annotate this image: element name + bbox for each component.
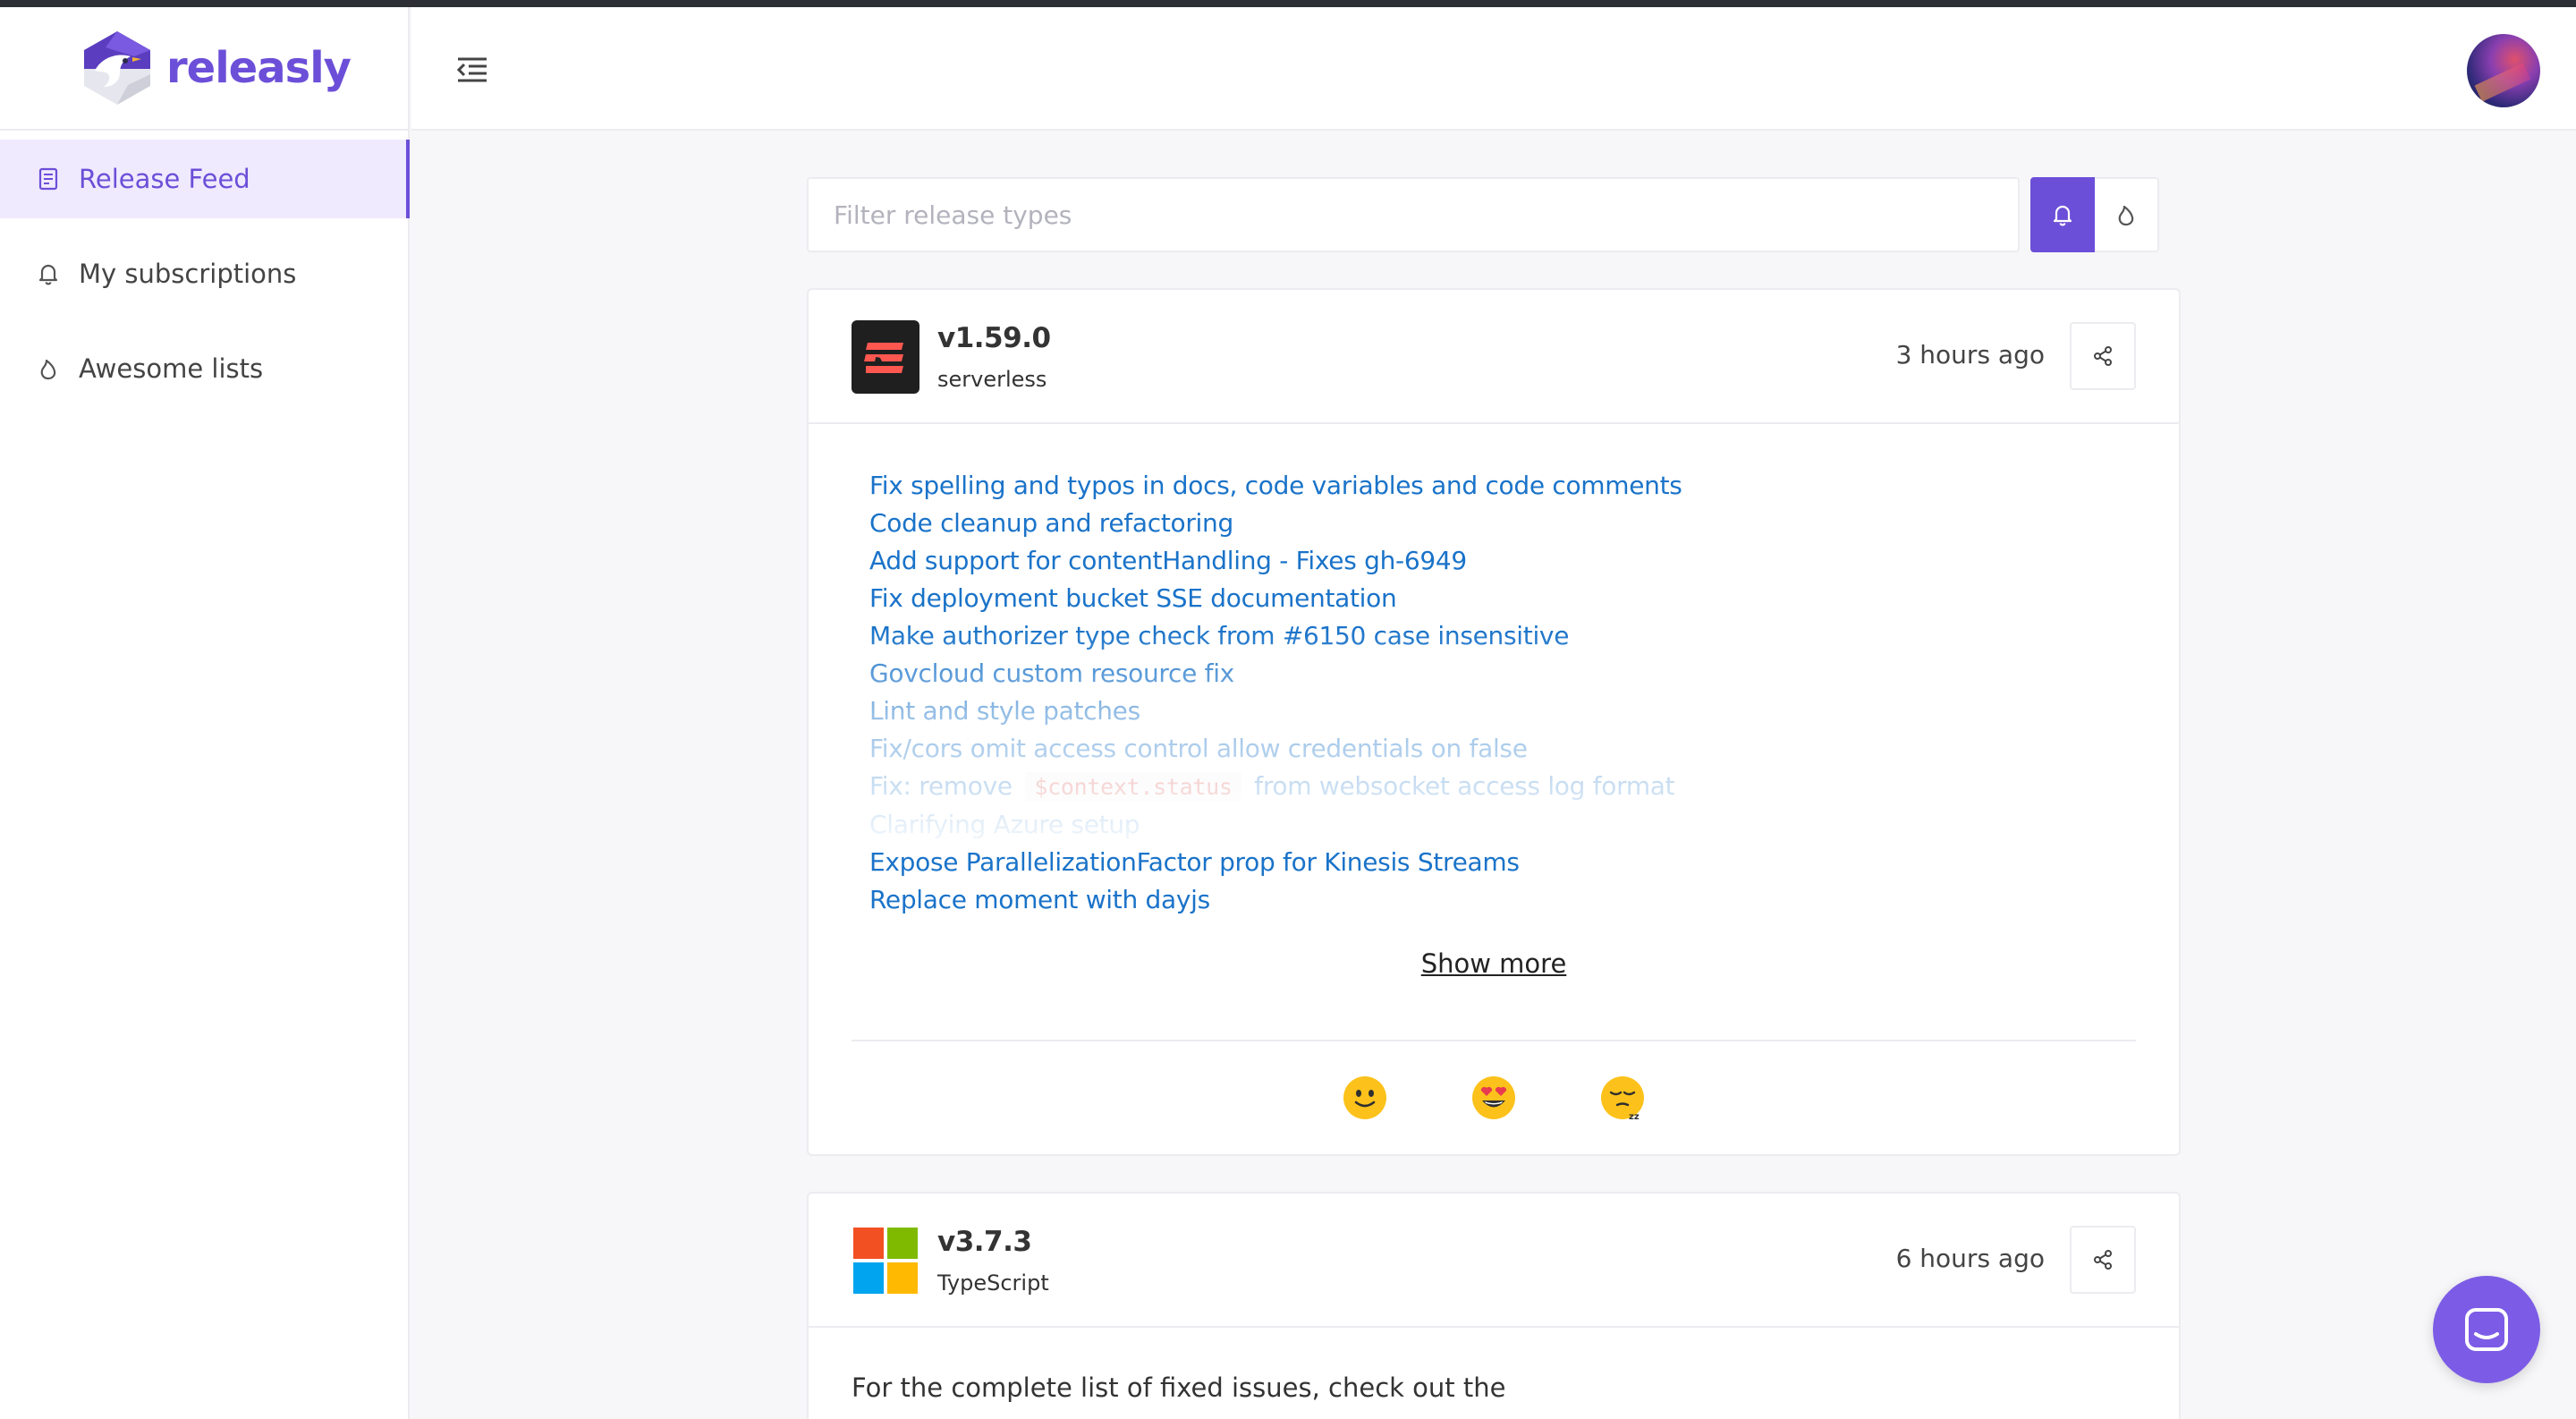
release-note-item[interactable]: Lint and style patches (869, 693, 2179, 730)
sidebar-item-label: My subscriptions (79, 259, 297, 289)
release-card: v1.59.0 serverless 3 hours ago Fix spell… (807, 288, 2181, 1156)
release-note-item[interactable]: Replace moment with dayjs (869, 881, 2179, 919)
microsoft-logo-icon (852, 1224, 919, 1297)
serverless-logo-icon (852, 320, 919, 394)
release-note-item[interactable]: Fix/cors omit access control allow crede… (869, 730, 2179, 768)
release-note-item[interactable]: Clarifying Azure setup (869, 806, 2179, 844)
note-text: from websocket access log format (1254, 771, 1675, 801)
chat-icon (2465, 1308, 2508, 1351)
release-version[interactable]: v3.7.3 (937, 1226, 1032, 1258)
inline-code: $context.status (1025, 772, 1241, 802)
release-note-item[interactable]: Expose ParallelizationFactor prop for Ki… (869, 844, 2179, 881)
document-icon (38, 167, 58, 191)
sidebar: releasly Release Feed My subscriptions A… (0, 7, 410, 1419)
show-more-link[interactable]: Show more (1421, 948, 1567, 979)
sleeping-face-icon[interactable]: zz (1599, 1075, 1646, 1121)
release-note-item[interactable]: Fix deployment bucket SSE documentation (869, 580, 2179, 617)
bell-icon (2053, 205, 2072, 226)
release-note-item[interactable]: Govcloud custom resource fix (869, 655, 2179, 693)
release-note-item[interactable]: Add support for contentHandling - Fixes … (869, 542, 2179, 580)
sidebar-item-label: Release Feed (79, 164, 250, 194)
top-border (0, 0, 2576, 7)
release-note-item[interactable]: Make authorizer type check from #6150 ca… (869, 617, 2179, 655)
app-name: releasly (166, 43, 352, 93)
show-more: Show more (809, 948, 2179, 979)
share-button[interactable] (2070, 1226, 2136, 1294)
release-note-item[interactable]: Fix: remove $context.status from websock… (869, 768, 2179, 806)
release-time: 6 hours ago (1895, 1244, 2045, 1273)
logo[interactable]: releasly (0, 7, 408, 131)
sidebar-item-release-feed[interactable]: Release Feed (0, 140, 410, 218)
release-card: v3.7.3 TypeScript 6 hours ago For the co… (807, 1192, 2181, 1419)
release-card-header: v3.7.3 TypeScript 6 hours ago (809, 1194, 2179, 1328)
sidebar-nav: Release Feed My subscriptions Awesome li… (0, 131, 410, 408)
share-icon (2094, 1250, 2112, 1270)
subscriptions-filter-button[interactable] (2030, 177, 2095, 252)
menu-collapse-icon[interactable] (454, 52, 490, 88)
sidebar-item-awesome-lists[interactable]: Awesome lists (0, 329, 408, 408)
slightly-smiling-face-icon[interactable] (1342, 1075, 1388, 1121)
share-button[interactable] (2070, 322, 2136, 390)
release-body-text: For the complete list of fixed issues, c… (852, 1372, 1506, 1403)
release-note-item[interactable]: Fix spelling and typos in docs, code var… (869, 467, 2179, 505)
release-notes: Fix spelling and typos in docs, code var… (809, 424, 2179, 914)
project-name[interactable]: TypeScript (937, 1270, 1049, 1296)
note-text: Fix: remove (869, 771, 1013, 801)
heart-eyes-face-icon[interactable] (1470, 1075, 1517, 1121)
release-card-header: v1.59.0 serverless 3 hours ago (809, 290, 2179, 424)
release-note-item[interactable]: Code cleanup and refactoring (869, 505, 2179, 542)
awesome-filter-button[interactable] (2095, 177, 2159, 252)
filter-release-types-input[interactable] (807, 177, 2020, 252)
sidebar-item-label: Awesome lists (79, 353, 264, 384)
chat-launcher-button[interactable] (2433, 1276, 2540, 1383)
bell-icon (38, 264, 58, 285)
svg-text:zz: zz (1629, 1112, 1640, 1121)
project-name[interactable]: serverless (937, 367, 1046, 392)
share-icon (2094, 346, 2112, 366)
flame-icon (40, 359, 56, 380)
sidebar-item-my-subscriptions[interactable]: My subscriptions (0, 234, 408, 313)
flame-icon (2118, 205, 2134, 226)
top-header (411, 7, 2576, 131)
release-time: 3 hours ago (1895, 340, 2045, 370)
user-avatar[interactable] (2467, 34, 2540, 107)
releasly-logo-icon (84, 31, 150, 105)
reactions-bar: zz (852, 1040, 2136, 1154)
release-version[interactable]: v1.59.0 (937, 322, 1051, 354)
filter-bar (807, 177, 2159, 252)
